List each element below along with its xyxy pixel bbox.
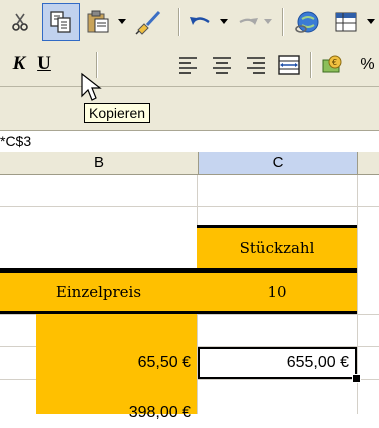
- paste-dropdown[interactable]: [116, 12, 128, 32]
- currency-button[interactable]: €: [318, 51, 348, 79]
- percent-icon: %: [360, 56, 375, 73]
- copy-button[interactable]: [42, 3, 80, 41]
- column-header-b[interactable]: B: [0, 152, 199, 175]
- formatting-toolbar: K U € %: [0, 44, 379, 87]
- align-left-button[interactable]: [174, 52, 202, 78]
- align-right-icon: [247, 57, 265, 74]
- cell-c-total1-selected[interactable]: 655,00 €: [198, 347, 357, 379]
- cell-text: Stückzahl: [239, 239, 315, 257]
- redo-button[interactable]: [234, 8, 262, 36]
- formula-bar: *C$3: [0, 130, 379, 151]
- cell-c-stueckzahl[interactable]: Stückzahl: [197, 228, 357, 268]
- redo-dropdown[interactable]: [262, 12, 274, 32]
- mouse-cursor-icon: [81, 72, 102, 101]
- chevron-down-icon: [118, 19, 126, 24]
- align-center-icon: [213, 57, 231, 74]
- fill-handle[interactable]: [352, 374, 361, 383]
- cell-text: 398,00 €: [128, 404, 191, 421]
- italic-button[interactable]: K: [6, 50, 32, 78]
- column-header-c[interactable]: C: [199, 152, 358, 175]
- tooltip: Kopieren: [84, 103, 151, 123]
- gridline: [0, 206, 379, 207]
- undo-button[interactable]: [186, 8, 216, 36]
- toolbar-separator: [282, 8, 284, 36]
- paintbrush-icon: [135, 10, 161, 35]
- cell-text: 65,50 €: [137, 354, 191, 371]
- cell-text: 10: [267, 283, 287, 301]
- scissors-icon: [12, 13, 28, 31]
- merge-center-button[interactable]: [274, 51, 304, 79]
- cell-b-einzelpreis[interactable]: Einzelpreis: [0, 273, 197, 311]
- undo-icon: [190, 17, 210, 25]
- tables-borders-button[interactable]: [330, 6, 362, 38]
- copy-icon: [50, 11, 71, 33]
- cell-b-price2[interactable]: 398,00 €: [36, 398, 194, 428]
- format-painter-button[interactable]: [132, 6, 164, 38]
- cell-b-price1[interactable]: 65,50 €: [36, 347, 194, 379]
- name-box[interactable]: *C$3: [0, 131, 31, 151]
- cell-text: Einzelpreis: [55, 283, 142, 301]
- cut-button[interactable]: [6, 8, 34, 36]
- table-icon: [335, 12, 357, 32]
- align-center-button[interactable]: [208, 52, 236, 78]
- hyperlink-icon: [295, 11, 319, 33]
- cell-text: 655,00 €: [286, 354, 349, 371]
- toolbar-overflow[interactable]: [362, 8, 379, 36]
- chevron-down-icon: [220, 19, 228, 24]
- underline-button[interactable]: U: [34, 50, 54, 78]
- toolbar-separator: [310, 52, 312, 78]
- align-right-button[interactable]: [242, 52, 270, 78]
- column-header-d[interactable]: [358, 152, 379, 175]
- standard-toolbar: [0, 0, 379, 44]
- paste-button[interactable]: [84, 8, 114, 36]
- merge-cells-icon: [278, 55, 300, 75]
- chevron-down-icon: [366, 19, 375, 24]
- currency-icon: €: [322, 55, 342, 73]
- chevron-down-icon: [264, 19, 272, 24]
- cell-c-einzelpreis-value[interactable]: 10: [197, 273, 357, 311]
- clipboard-icon: [87, 10, 109, 33]
- toolbar-separator: [178, 8, 180, 36]
- align-left-icon: [179, 57, 197, 74]
- percent-button[interactable]: %: [356, 51, 379, 79]
- svg-text:€: €: [332, 58, 337, 67]
- underline-icon: U: [37, 53, 51, 74]
- spreadsheet-grid: B C Stückzahl Einzelpreis 10 65,50 € 655…: [0, 152, 379, 421]
- hyperlink-button[interactable]: [292, 6, 324, 38]
- undo-dropdown[interactable]: [218, 12, 230, 32]
- toolbar-area: [0, 87, 379, 130]
- italic-icon: K: [12, 53, 26, 74]
- redo-icon: [239, 18, 258, 25]
